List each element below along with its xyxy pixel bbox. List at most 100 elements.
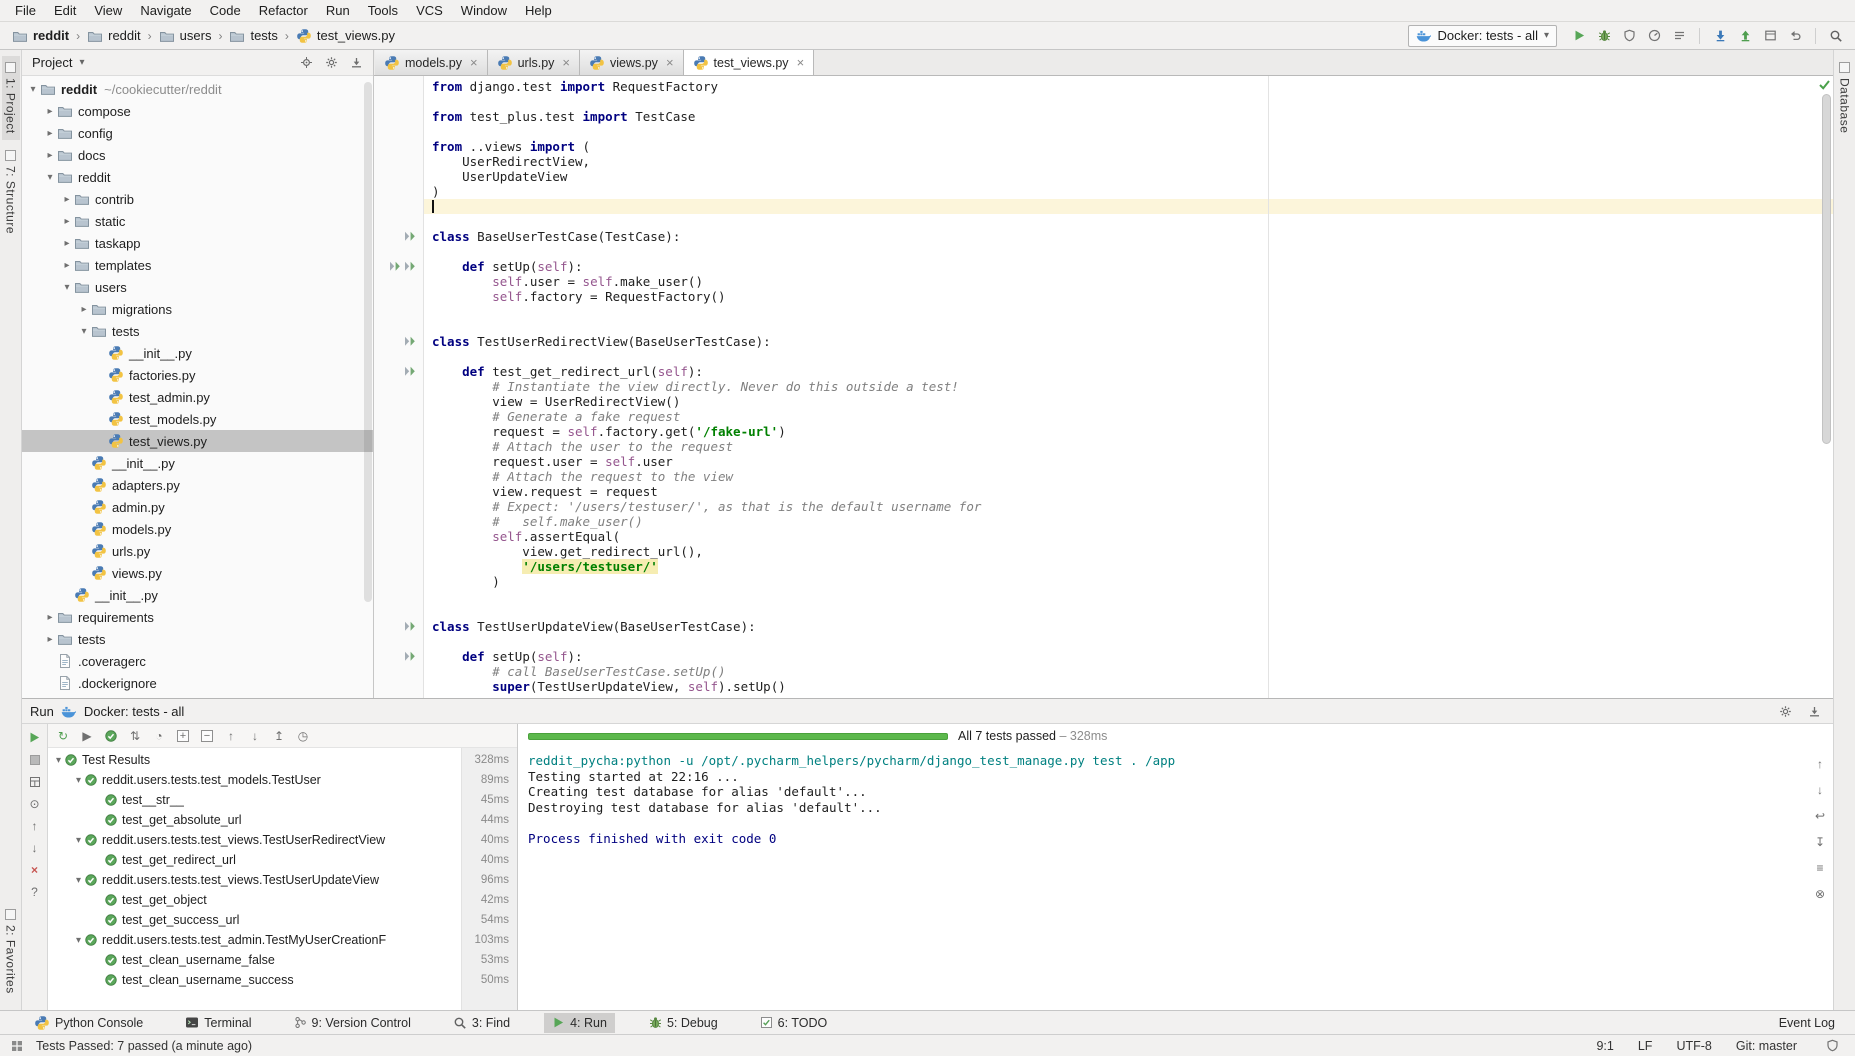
menu-item-vcs[interactable]: VCS bbox=[407, 0, 452, 21]
menu-item-window[interactable]: Window bbox=[452, 0, 516, 21]
project-tree-item[interactable]: factories.py bbox=[22, 364, 373, 386]
inspections-status-icon[interactable] bbox=[1818, 78, 1831, 91]
run-button[interactable] bbox=[1568, 26, 1590, 46]
breadcrumb-item[interactable]: test_views.py bbox=[294, 27, 397, 45]
collapse-all-button[interactable]: − bbox=[196, 726, 218, 746]
hide-passed-button[interactable] bbox=[100, 726, 122, 746]
run-configuration-select[interactable]: Docker: tests - all ▾ bbox=[1408, 25, 1557, 47]
menu-item-refactor[interactable]: Refactor bbox=[250, 0, 317, 21]
project-tree-item[interactable]: test_models.py bbox=[22, 408, 373, 430]
chevron-down-icon[interactable]: ▾ bbox=[75, 57, 84, 68]
project-tree-item[interactable]: ▸config bbox=[22, 122, 373, 144]
project-tree-item[interactable]: ▸templates bbox=[22, 254, 373, 276]
project-tree-item[interactable]: ▸taskapp bbox=[22, 232, 373, 254]
test-tree-item[interactable]: test__str__45ms bbox=[48, 790, 517, 810]
project-tree-item[interactable]: ▸migrations bbox=[22, 298, 373, 320]
edit-configurations-button[interactable] bbox=[1668, 26, 1690, 46]
test-tree-item[interactable]: test_get_success_url54ms bbox=[48, 910, 517, 930]
menu-item-help[interactable]: Help bbox=[516, 0, 561, 21]
project-panel-title[interactable]: Project bbox=[32, 55, 72, 70]
collapsed-arrow-icon[interactable]: ▸ bbox=[43, 634, 57, 645]
tool-window-switcher-icon[interactable] bbox=[6, 1036, 28, 1056]
tab-test_views.py[interactable]: test_views.py× bbox=[684, 50, 815, 75]
stripe-database[interactable]: Database bbox=[1836, 56, 1854, 139]
toolwindow-version-control[interactable]: 9: Version Control bbox=[286, 1013, 419, 1033]
test-tree-item[interactable]: ▾reddit.users.tests.test_views.TestUserU… bbox=[48, 870, 517, 890]
menu-item-file[interactable]: File bbox=[6, 0, 45, 21]
expanded-arrow-icon[interactable]: ▾ bbox=[43, 172, 57, 183]
project-tree-item[interactable]: __init__.py bbox=[22, 584, 373, 606]
pin-tab-button[interactable]: ⊙ bbox=[24, 795, 46, 812]
close-tab-icon[interactable]: × bbox=[562, 55, 570, 70]
project-tree-item[interactable]: test_views.py bbox=[22, 430, 373, 452]
editor-scrollbar[interactable] bbox=[1820, 92, 1833, 698]
close-tab-icon[interactable]: × bbox=[666, 55, 674, 70]
project-tree-item[interactable]: admin.py bbox=[22, 496, 373, 518]
menu-item-code[interactable]: Code bbox=[201, 0, 250, 21]
project-tree-item[interactable]: ▸compose bbox=[22, 100, 373, 122]
collapsed-arrow-icon[interactable]: ▸ bbox=[60, 216, 74, 227]
scrollbar-thumb[interactable] bbox=[1822, 94, 1831, 444]
toolwindow-event-log[interactable]: Event Log bbox=[1771, 1013, 1843, 1033]
toggle-auto-test-button[interactable]: ▶ bbox=[76, 726, 98, 746]
project-tree-item[interactable]: views.py bbox=[22, 562, 373, 584]
test-tree-item[interactable]: ▾reddit.users.tests.test_admin.TestMyUse… bbox=[48, 930, 517, 950]
menu-item-navigate[interactable]: Navigate bbox=[131, 0, 200, 21]
collapsed-arrow-icon[interactable]: ▸ bbox=[77, 304, 91, 315]
project-tree-item[interactable]: ▾reddit bbox=[22, 166, 373, 188]
menu-item-edit[interactable]: Edit bbox=[45, 0, 85, 21]
scroll-down-button[interactable]: ↓ bbox=[24, 839, 46, 856]
project-tree-item[interactable]: __init__.py bbox=[22, 342, 373, 364]
test-tree-item[interactable]: ▾reddit.users.tests.test_views.TestUserR… bbox=[48, 830, 517, 850]
collapsed-arrow-icon[interactable]: ▸ bbox=[60, 238, 74, 249]
project-tree-item[interactable]: ▸static bbox=[22, 210, 373, 232]
toolwindow-todo[interactable]: 6: TODO bbox=[752, 1013, 836, 1033]
project-tree-item[interactable]: ▸requirements bbox=[22, 606, 373, 628]
test-tree-item[interactable]: ▾reddit.users.tests.test_models.TestUser… bbox=[48, 770, 517, 790]
expanded-arrow-icon[interactable]: ▾ bbox=[77, 326, 91, 337]
run-with-coverage-button[interactable] bbox=[1618, 26, 1640, 46]
expanded-arrow-icon[interactable]: ▾ bbox=[26, 84, 40, 95]
close-tab-icon[interactable]: × bbox=[797, 55, 805, 70]
menu-item-tools[interactable]: Tools bbox=[359, 0, 407, 21]
line-separator-widget[interactable]: LF bbox=[1638, 1039, 1653, 1053]
export-test-results-button[interactable]: ↥ bbox=[268, 726, 290, 746]
stripe-structure[interactable]: 7: Structure bbox=[2, 144, 20, 240]
inspections-profile-icon[interactable] bbox=[1821, 1036, 1843, 1056]
next-failed-test-button[interactable]: ↓ bbox=[244, 726, 266, 746]
stop-button[interactable] bbox=[24, 751, 46, 768]
scroll-up-button[interactable]: ↑ bbox=[24, 817, 46, 834]
breadcrumb-item[interactable]: reddit bbox=[85, 27, 143, 45]
rollback-button[interactable] bbox=[1784, 26, 1806, 46]
scroll-to-end-button[interactable]: ↧ bbox=[1809, 832, 1831, 852]
project-tree-item[interactable]: ▾tests bbox=[22, 320, 373, 342]
expanded-arrow-icon[interactable]: ▾ bbox=[72, 935, 85, 946]
search-everywhere-button[interactable] bbox=[1825, 26, 1847, 46]
sort-alphabetically-button[interactable]: ⇅ bbox=[124, 726, 146, 746]
project-tree-item[interactable]: ▸tests bbox=[22, 628, 373, 650]
tab-models.py[interactable]: models.py× bbox=[375, 50, 488, 75]
compare-with-button[interactable] bbox=[1759, 26, 1781, 46]
collapsed-arrow-icon[interactable]: ▸ bbox=[43, 106, 57, 117]
breadcrumb-item[interactable]: reddit bbox=[10, 27, 71, 45]
hide-panel-button[interactable] bbox=[1803, 701, 1825, 721]
gear-icon[interactable] bbox=[1774, 701, 1796, 721]
expanded-arrow-icon[interactable]: ▾ bbox=[72, 875, 85, 886]
project-tree-item[interactable]: __init__.py bbox=[22, 452, 373, 474]
expanded-arrow-icon[interactable]: ▾ bbox=[72, 775, 85, 786]
collapsed-arrow-icon[interactable]: ▸ bbox=[60, 260, 74, 271]
rerun-button[interactable] bbox=[24, 729, 46, 746]
profiler-button[interactable] bbox=[1643, 26, 1665, 46]
locate-file-button[interactable] bbox=[295, 53, 317, 73]
test-tree-item[interactable]: test_get_object42ms bbox=[48, 890, 517, 910]
collapsed-arrow-icon[interactable]: ▸ bbox=[60, 194, 74, 205]
breadcrumb-item[interactable]: tests bbox=[227, 27, 279, 45]
clear-console-button[interactable]: ⊗ bbox=[1809, 884, 1831, 904]
test-tree-item[interactable]: test_clean_username_false53ms bbox=[48, 950, 517, 970]
project-tree-item[interactable]: .coveragerc bbox=[22, 650, 373, 672]
project-tree-item[interactable]: ▸docs bbox=[22, 144, 373, 166]
project-tree-item[interactable]: urls.py bbox=[22, 540, 373, 562]
hide-panel-button[interactable] bbox=[345, 53, 367, 73]
test-tree-item[interactable]: test_clean_username_success50ms bbox=[48, 970, 517, 990]
toolwindow-run[interactable]: 4: Run bbox=[544, 1013, 615, 1033]
